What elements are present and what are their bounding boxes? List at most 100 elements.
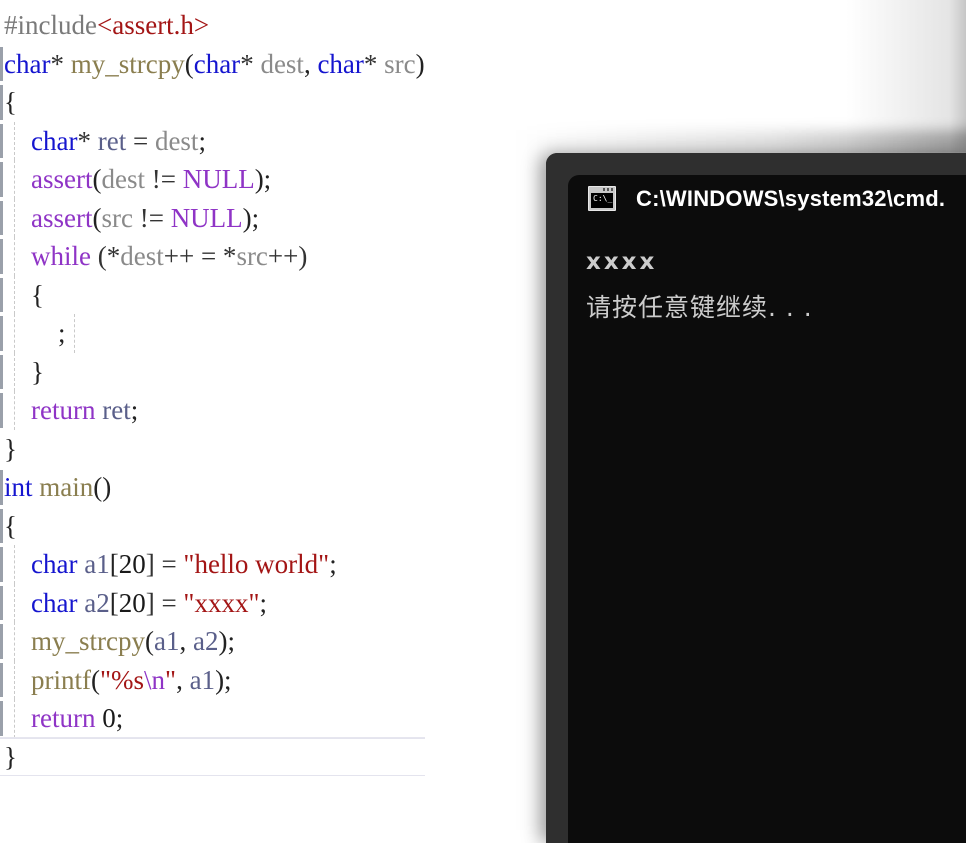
code-token: ( <box>91 664 100 695</box>
code-token: } <box>4 433 17 464</box>
code-token: ; <box>4 318 66 348</box>
code-token: src <box>101 202 133 233</box>
code-token: char <box>31 125 78 156</box>
code-token: = <box>126 125 155 156</box>
code-line[interactable]: char a1[20] = "hello world"; <box>0 545 425 584</box>
code-line[interactable]: char* my_strcpy(char* dest, char* src) <box>0 45 425 84</box>
code-token: a1 <box>84 549 110 579</box>
code-token: ); <box>215 664 232 695</box>
code-token: assert <box>31 202 93 233</box>
code-token: ) <box>415 48 425 79</box>
code-token: "xxxx" <box>183 587 260 618</box>
change-marker <box>0 200 3 235</box>
code-token: <assert.h> <box>96 10 210 40</box>
code-line[interactable]: return ret; <box>0 391 425 430</box>
code-line[interactable]: #include<assert.h> <box>0 6 425 45</box>
code-token: ; <box>130 395 139 425</box>
code-token: ( <box>184 48 194 79</box>
change-marker <box>0 393 3 428</box>
code-line[interactable]: { <box>0 507 425 546</box>
cmd-icon-prompt: C:\_ <box>591 193 613 208</box>
cmd-console-icon: C:\_ <box>588 186 616 211</box>
code-token: char <box>4 48 51 79</box>
code-token: ++) <box>267 241 308 271</box>
code-line[interactable]: } <box>0 736 425 776</box>
code-token: ; <box>198 125 206 156</box>
change-marker <box>0 85 3 120</box>
code-token: ret <box>102 395 131 425</box>
change-marker <box>0 585 3 620</box>
change-marker <box>0 470 3 505</box>
code-token: ; <box>115 703 124 733</box>
code-token: assert <box>31 164 93 194</box>
code-token: , <box>176 664 190 695</box>
console-output: xxxx 请按任意键继续. . . <box>568 222 966 330</box>
code-line[interactable]: printf("%s\n", a1); <box>0 660 425 699</box>
change-marker <box>0 123 3 158</box>
code-token: a2 <box>84 587 110 618</box>
code-token: a2 <box>192 626 219 656</box>
code-token: ] = <box>145 549 184 579</box>
change-marker <box>0 316 3 351</box>
code-token: int <box>4 472 33 502</box>
code-line[interactable]: int main() <box>0 468 425 507</box>
code-token: ; <box>259 587 267 618</box>
code-line[interactable]: char a2[20] = "xxxx"; <box>0 583 425 622</box>
console-output-line: xxxx <box>586 249 658 275</box>
cmd-console-window[interactable]: C:\_ C:\WINDOWS\system32\cmd. xxxx 请按任意键继… <box>546 153 966 843</box>
code-token: * <box>50 48 71 79</box>
code-token: "%s <box>100 664 145 695</box>
code-line[interactable]: } <box>0 352 425 391</box>
code-line[interactable]: my_strcpy(a1, a2); <box>0 622 425 661</box>
console-title-row: C:\_ C:\WINDOWS\system32\cmd. <box>568 175 966 222</box>
code-token: [ <box>109 549 119 579</box>
code-line[interactable]: } <box>0 430 425 469</box>
code-line[interactable]: assert(dest != NULL); <box>0 160 425 199</box>
code-token: ++ = * <box>163 241 237 271</box>
change-marker <box>0 46 3 81</box>
code-token: my_strcpy <box>70 48 185 79</box>
code-line[interactable]: ; <box>0 314 425 353</box>
code-token: return <box>31 395 96 425</box>
change-marker <box>0 547 3 582</box>
code-token: dest <box>260 48 304 79</box>
code-token: a1 <box>189 664 216 695</box>
code-line[interactable]: { <box>0 83 425 122</box>
change-marker <box>0 662 3 697</box>
code-token: char <box>31 587 78 618</box>
code-token: [ <box>109 587 119 618</box>
console-content-area[interactable]: C:\_ C:\WINDOWS\system32\cmd. xxxx 请按任意键继… <box>568 175 966 843</box>
code-line[interactable]: char* ret = dest; <box>0 121 425 160</box>
code-token: src <box>384 48 416 79</box>
code-token: src <box>236 241 268 271</box>
code-token: printf <box>31 664 91 695</box>
code-line[interactable]: return 0; <box>0 699 425 738</box>
code-line[interactable]: assert(src != NULL); <box>0 198 425 237</box>
code-line[interactable]: while (*dest++ = *src++) <box>0 237 425 276</box>
console-output-line: 请按任意键继续. . . <box>586 293 813 322</box>
code-content[interactable]: #include<assert.h> char* my_strcpy(char* … <box>0 0 425 776</box>
code-token: dest <box>154 125 199 156</box>
code-token: 20 <box>118 549 146 579</box>
code-token: , <box>303 48 318 79</box>
code-token: "hello world" <box>183 549 330 579</box>
console-title-text: C:\WINDOWS\system32\cmd. <box>636 185 946 211</box>
code-line[interactable]: { <box>0 275 425 314</box>
code-token: } <box>4 741 17 772</box>
code-token: != <box>132 202 171 233</box>
code-token: char <box>31 549 78 579</box>
code-token: * <box>77 125 98 156</box>
change-marker <box>0 162 3 197</box>
code-token: ); <box>218 626 235 656</box>
code-token: { <box>4 279 44 310</box>
code-token: (* <box>91 241 121 271</box>
code-token: main <box>39 472 94 502</box>
